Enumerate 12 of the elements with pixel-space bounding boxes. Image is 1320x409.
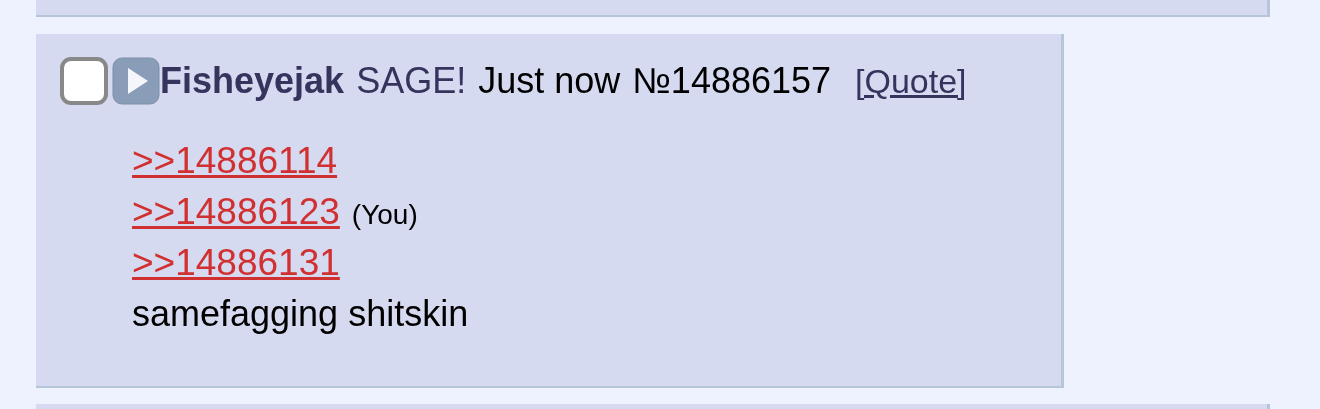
post-message: samefagging shitskin (132, 293, 470, 336)
post-number[interactable]: №14886157 (632, 60, 832, 102)
post-time: Just now (478, 60, 621, 102)
poster-name: Fisheyejak (160, 60, 345, 102)
reply-link[interactable]: >>14886114 (132, 140, 338, 182)
checkbox[interactable] (60, 57, 108, 105)
quote-link[interactable]: [Quote] (855, 61, 967, 101)
play-icon[interactable] (112, 57, 160, 105)
reply-link[interactable]: >>14886123 (132, 191, 340, 233)
email-label[interactable]: SAGE! (356, 60, 467, 102)
reply-link[interactable]: >>14886131 (132, 242, 340, 284)
you-marker: (You) (351, 199, 418, 231)
